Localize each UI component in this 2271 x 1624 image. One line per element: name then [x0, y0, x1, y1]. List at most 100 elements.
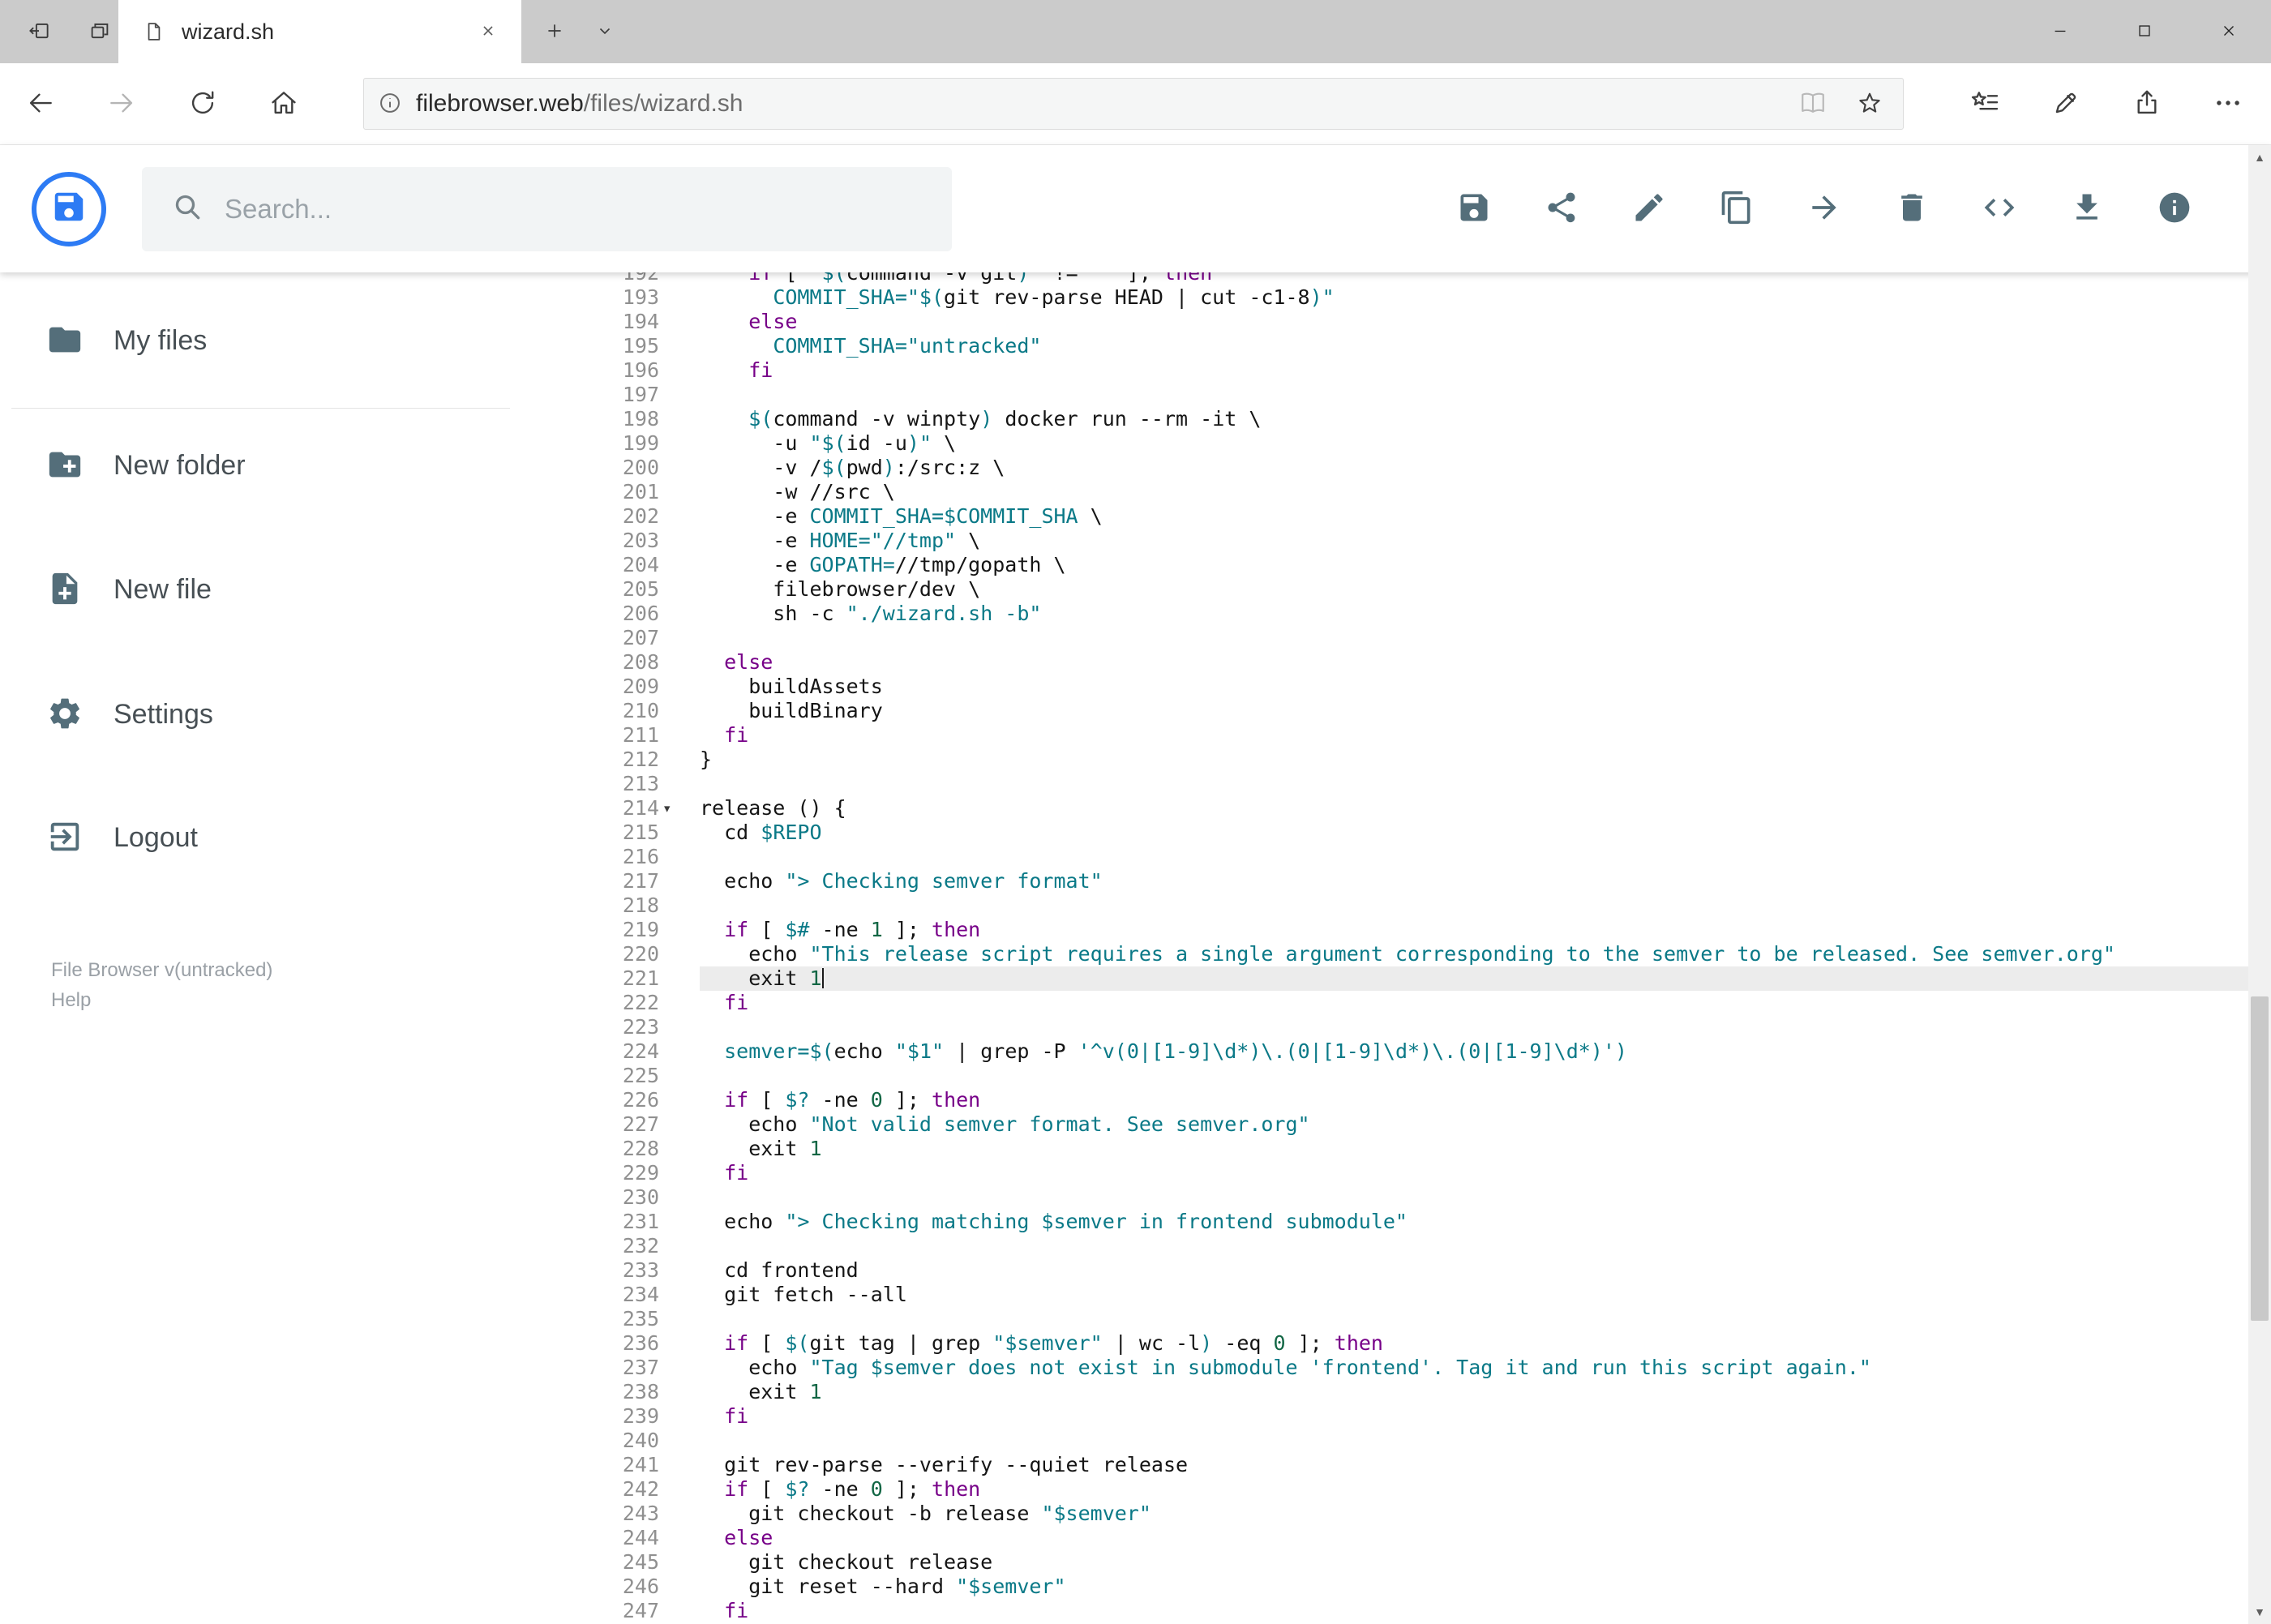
code-line[interactable]: 215 cd $REPO [523, 821, 2271, 845]
code-line[interactable]: 211 fi [523, 723, 2271, 748]
code-line[interactable]: 228 exit 1 [523, 1137, 2271, 1161]
code-line[interactable]: 231 echo "> Checking matching $semver in… [523, 1210, 2271, 1234]
code-text[interactable]: fi [700, 1161, 2271, 1185]
code-line[interactable]: 198 $(command -v winpty) docker run --rm… [523, 407, 2271, 431]
code-text[interactable] [700, 1429, 2271, 1453]
code-line[interactable]: 212} [523, 748, 2271, 772]
code-line[interactable]: 218 [523, 893, 2271, 918]
minimize-button[interactable] [2018, 0, 2102, 63]
share-page-button[interactable] [2116, 63, 2178, 144]
code-line[interactable]: 204 -e GOPATH=//tmp/gopath \ [523, 553, 2271, 577]
code-text[interactable] [700, 845, 2271, 869]
delete-button[interactable] [1889, 186, 1935, 232]
code-text[interactable] [700, 1307, 2271, 1331]
code-text[interactable]: semver=$(echo "$1" | grep -P '^v(0|[1-9]… [700, 1039, 2271, 1064]
reading-view-button[interactable] [1794, 85, 1832, 122]
code-line[interactable]: 219 if [ $# -ne 1 ]; then [523, 918, 2271, 942]
tab-close-button[interactable] [471, 15, 505, 49]
code-line[interactable]: 242 if [ $? -ne 0 ]; then [523, 1477, 2271, 1502]
code-text[interactable]: filebrowser/dev \ [700, 577, 2271, 602]
code-line[interactable]: 220 echo "This release script requires a… [523, 942, 2271, 966]
forward-button[interactable] [81, 63, 162, 144]
code-line[interactable]: 205 filebrowser/dev \ [523, 577, 2271, 602]
share-button[interactable] [1539, 186, 1584, 232]
new-tab-button[interactable] [533, 0, 576, 63]
code-text[interactable] [700, 1064, 2271, 1088]
code-line[interactable]: 237 echo "Tag $semver does not exist in … [523, 1356, 2271, 1380]
code-text[interactable] [700, 893, 2271, 918]
code-text[interactable]: fi [700, 723, 2271, 748]
code-text[interactable]: else [700, 1526, 2271, 1550]
code-line[interactable]: 236 if [ $(git tag | grep "$semver" | wc… [523, 1331, 2271, 1356]
code-line[interactable]: 223 [523, 1015, 2271, 1039]
code-text[interactable]: if [ "$(command -v git)" != "" ]; then [700, 272, 2271, 285]
code-line[interactable]: 243 git checkout -b release "$semver" [523, 1502, 2271, 1526]
code-text[interactable]: echo "This release script requires a sin… [700, 942, 2271, 966]
code-text[interactable] [700, 1015, 2271, 1039]
code-text[interactable]: else [700, 310, 2271, 334]
code-line[interactable]: 233 cd frontend [523, 1258, 2271, 1283]
code-line[interactable]: 245 git checkout release [523, 1550, 2271, 1575]
copy-button[interactable] [1714, 186, 1759, 232]
rename-button[interactable] [1626, 186, 1672, 232]
code-text[interactable]: fi [700, 1404, 2271, 1429]
source-code-button[interactable] [1977, 186, 2022, 232]
code-text[interactable]: -w //src \ [700, 480, 2271, 504]
maximize-button[interactable] [2102, 0, 2187, 63]
code-line[interactable]: 247 fi [523, 1599, 2271, 1623]
code-text[interactable]: echo "Tag $semver does not exist in subm… [700, 1356, 2271, 1380]
code-line[interactable]: 244 else [523, 1526, 2271, 1550]
code-text[interactable]: if [ $(git tag | grep "$semver" | wc -l)… [700, 1331, 2271, 1356]
add-favorite-button[interactable] [1851, 85, 1888, 122]
code-text[interactable]: cd $REPO [700, 821, 2271, 845]
code-line[interactable]: 224 semver=$(echo "$1" | grep -P '^v(0|[… [523, 1039, 2271, 1064]
code-line[interactable]: 229 fi [523, 1161, 2271, 1185]
code-text[interactable]: -e COMMIT_SHA=$COMMIT_SHA \ [700, 504, 2271, 529]
code-line[interactable]: 193 COMMIT_SHA="$(git rev-parse HEAD | c… [523, 285, 2271, 310]
close-window-button[interactable] [2187, 0, 2271, 63]
code-line[interactable]: 230 [523, 1185, 2271, 1210]
code-line[interactable]: 216 [523, 845, 2271, 869]
code-text[interactable] [700, 772, 2271, 796]
code-text[interactable]: cd frontend [700, 1258, 2271, 1283]
move-button[interactable] [1802, 186, 1847, 232]
code-line[interactable]: 213 [523, 772, 2271, 796]
scroll-down-arrow-icon[interactable]: ▼ [2248, 1600, 2271, 1624]
code-text[interactable]: else [700, 650, 2271, 675]
code-text[interactable]: exit 1 [700, 966, 2271, 991]
code-text[interactable]: exit 1 [700, 1380, 2271, 1404]
code-line[interactable]: 239 fi [523, 1404, 2271, 1429]
code-line[interactable]: 203 -e HOME="//tmp" \ [523, 529, 2271, 553]
code-text[interactable]: if [ $? -ne 0 ]; then [700, 1088, 2271, 1112]
code-line[interactable]: 221 exit 1 [523, 966, 2271, 991]
download-button[interactable] [2064, 186, 2110, 232]
code-line[interactable]: 197 [523, 383, 2271, 407]
code-text[interactable]: git checkout -b release "$semver" [700, 1502, 2271, 1526]
code-text[interactable]: echo "Not valid semver format. See semve… [700, 1112, 2271, 1137]
code-text[interactable]: fi [700, 1599, 2271, 1623]
code-editor[interactable]: 192 if [ "$(command -v git)" != "" ]; th… [523, 272, 2271, 1624]
code-line[interactable]: 217 echo "> Checking semver format" [523, 869, 2271, 893]
code-text[interactable] [700, 626, 2271, 650]
code-text[interactable]: $(command -v winpty) docker run --rm -it… [700, 407, 2271, 431]
code-text[interactable]: fi [700, 358, 2271, 383]
code-line[interactable]: 227 echo "Not valid semver format. See s… [523, 1112, 2271, 1137]
code-line[interactable]: 225 [523, 1064, 2271, 1088]
code-line[interactable]: 202 -e COMMIT_SHA=$COMMIT_SHA \ [523, 504, 2271, 529]
home-button[interactable] [243, 63, 324, 144]
code-text[interactable]: COMMIT_SHA="$(git rev-parse HEAD | cut -… [700, 285, 2271, 310]
help-link[interactable]: Help [51, 989, 91, 1011]
code-text[interactable]: fi [700, 991, 2271, 1015]
code-text[interactable]: git checkout release [700, 1550, 2271, 1575]
code-line[interactable]: 235 [523, 1307, 2271, 1331]
tabs-set-aside-button[interactable] [81, 0, 118, 63]
site-info-button[interactable] [377, 90, 403, 118]
code-line[interactable]: 241 git rev-parse --verify --quiet relea… [523, 1453, 2271, 1477]
code-text[interactable]: release () { [700, 796, 2271, 821]
code-line[interactable]: 232 [523, 1234, 2271, 1258]
code-text[interactable] [700, 1185, 2271, 1210]
sidebar-item-settings[interactable]: Settings [0, 674, 523, 755]
sidebar-item-my-files[interactable]: My files [0, 300, 523, 381]
sidebar-item-new-file[interactable]: New file [0, 549, 523, 630]
code-text[interactable]: if [ $# -ne 1 ]; then [700, 918, 2271, 942]
